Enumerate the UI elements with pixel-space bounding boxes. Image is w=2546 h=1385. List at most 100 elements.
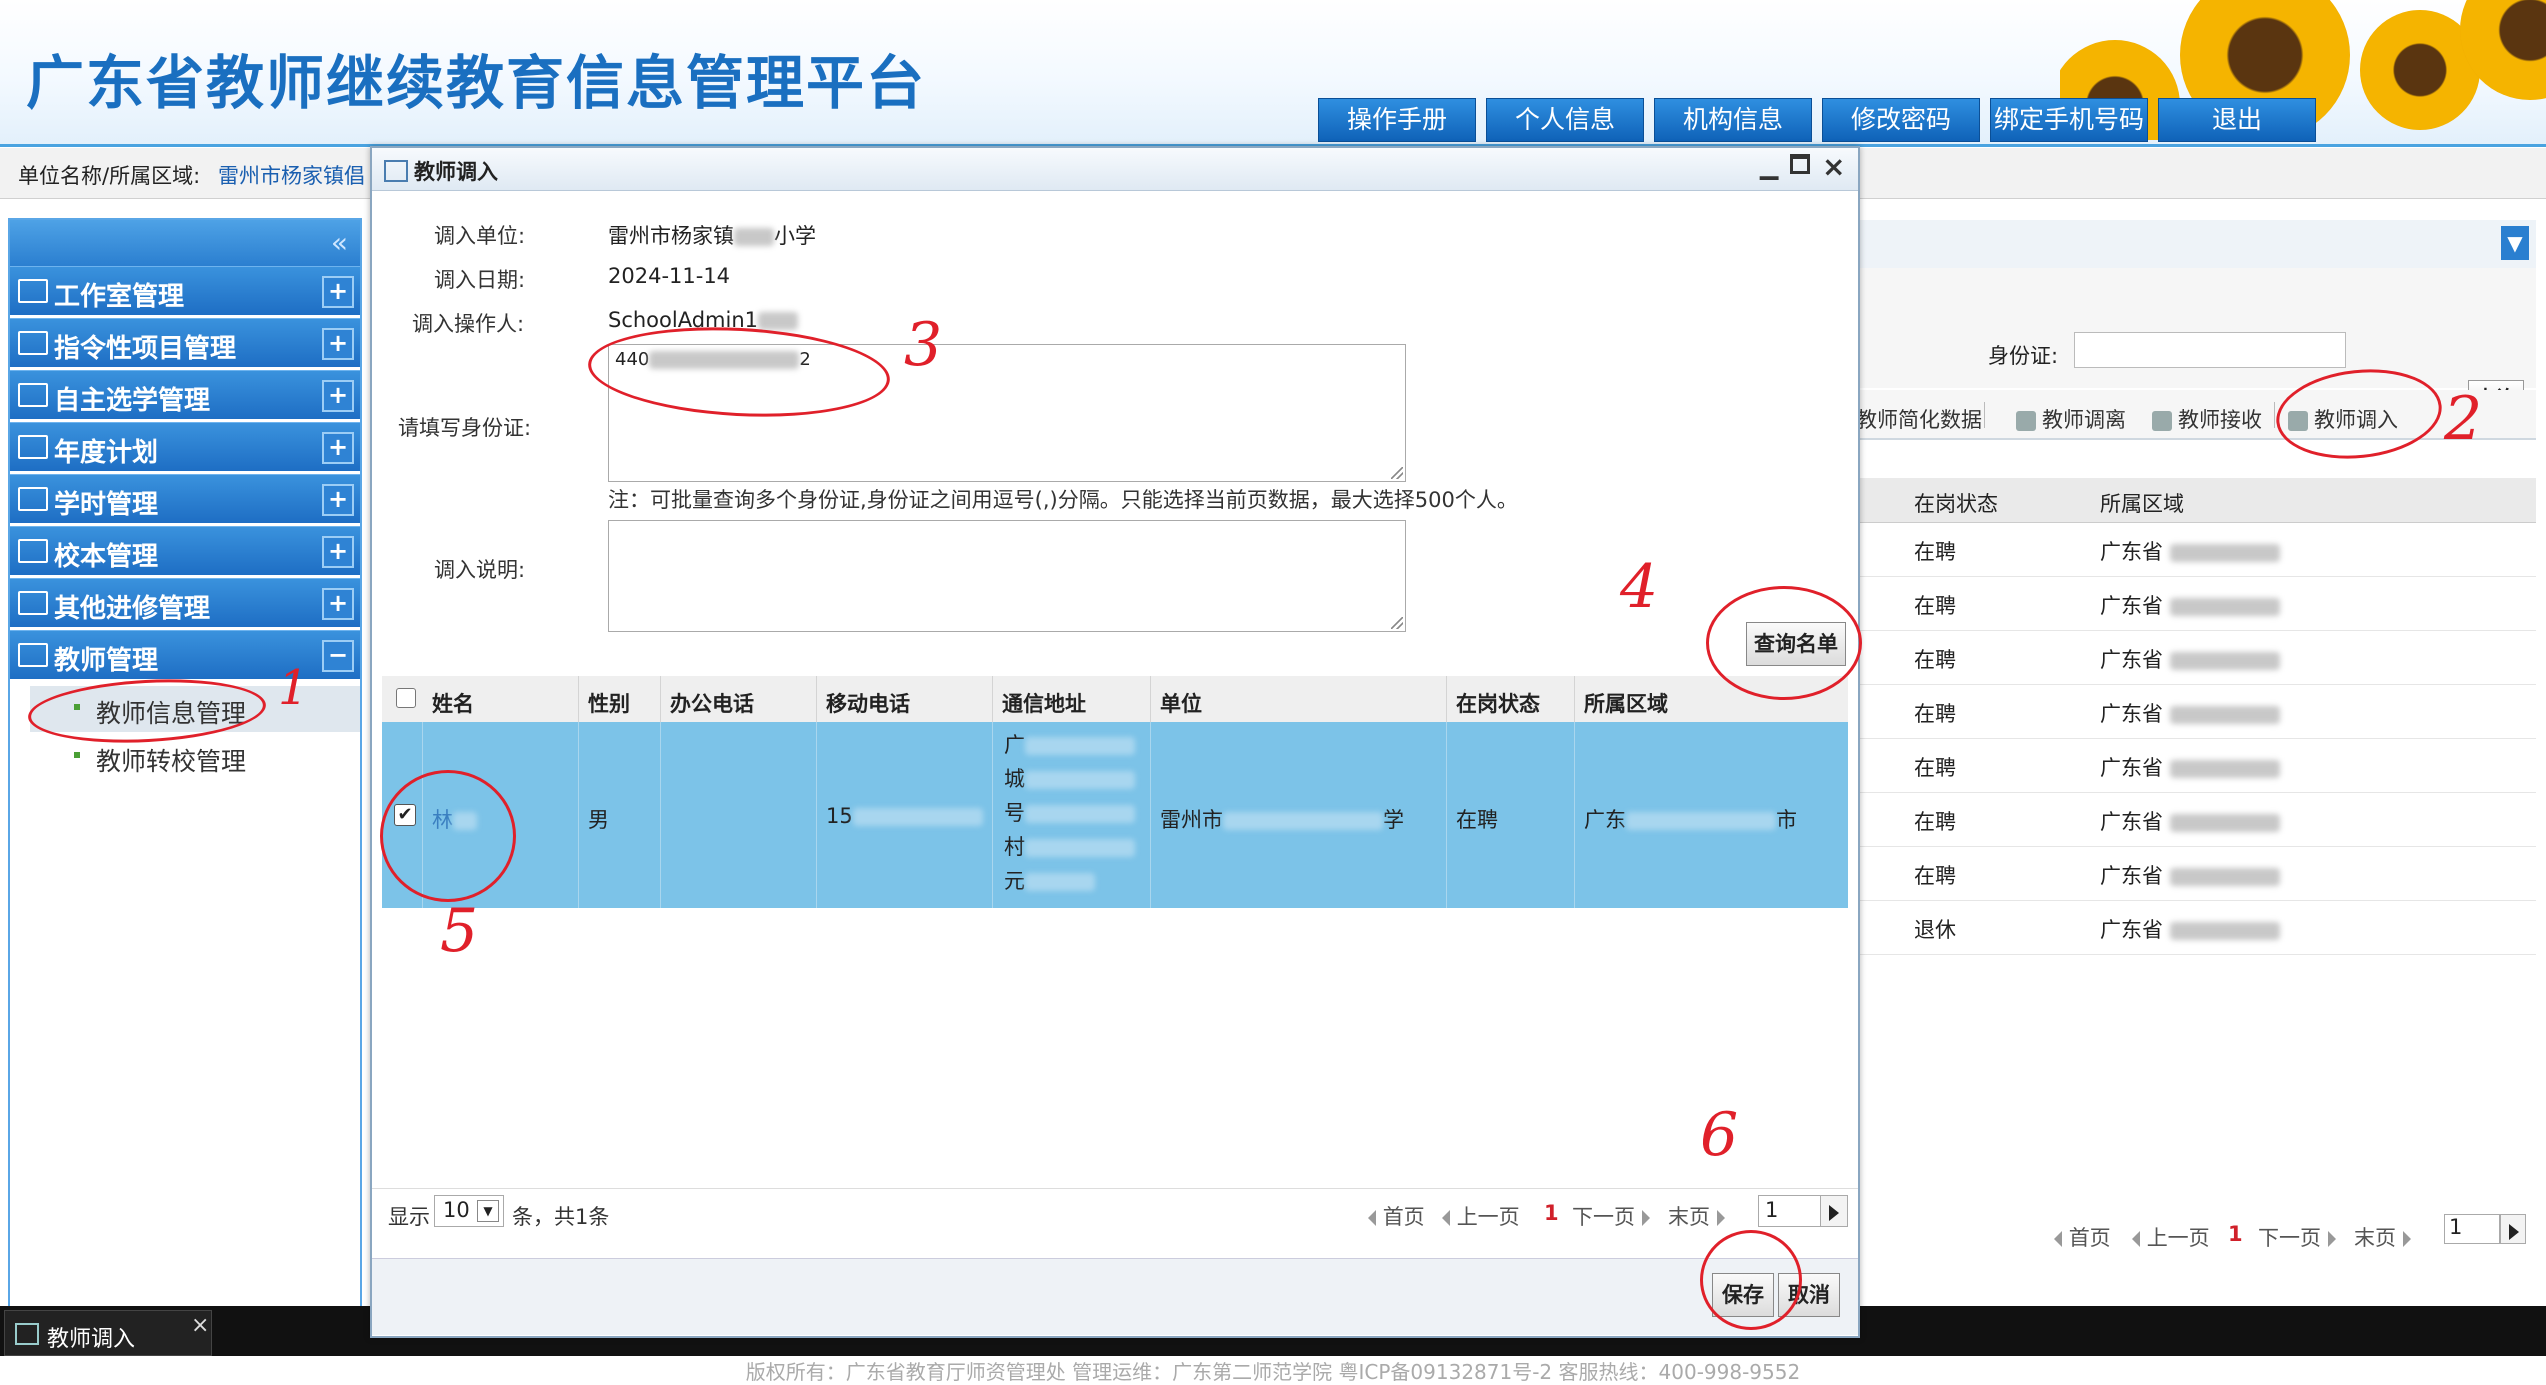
expand-plus-icon[interactable]: + bbox=[322, 588, 354, 620]
nav-change-password-button[interactable]: 修改密码 bbox=[1822, 98, 1980, 142]
last-page-link[interactable]: 末页 bbox=[2354, 1222, 2411, 1252]
annotation-number: 4 bbox=[1620, 552, 1659, 622]
redacted-block bbox=[1223, 812, 1383, 830]
maximize-icon[interactable] bbox=[1790, 154, 1810, 174]
region-cell: 广东 市 bbox=[1584, 804, 1797, 834]
id-card-label: 身份证: bbox=[1988, 344, 2059, 368]
nav-profile-button[interactable]: 个人信息 bbox=[1486, 98, 1644, 142]
chevron-down-icon[interactable]: ▼ bbox=[2501, 226, 2529, 260]
nav-bind-phone-button[interactable]: 绑定手机号码 bbox=[1990, 98, 2148, 142]
unit-label: 单位名称/所属区域: bbox=[18, 164, 201, 188]
column-divider bbox=[992, 676, 993, 722]
address-text: 号 bbox=[1004, 801, 1025, 825]
select-all-checkbox[interactable] bbox=[396, 688, 416, 708]
table-row[interactable]: 在聘 广东省 bbox=[1856, 738, 2536, 793]
folder-icon bbox=[18, 591, 48, 615]
table-row[interactable]: 在聘 广东省 bbox=[1856, 684, 2536, 739]
remark-textarea[interactable] bbox=[608, 520, 1406, 632]
taskbar-tab-label: 教师调入 bbox=[47, 1327, 136, 1352]
folder-icon bbox=[18, 643, 48, 667]
status-cell: 在聘 bbox=[1914, 594, 1956, 618]
minimize-icon[interactable]: ▁ bbox=[1760, 152, 1778, 180]
page-number-input[interactable]: 1 bbox=[2444, 1214, 2500, 1244]
column-divider bbox=[578, 722, 579, 908]
prev-page-link[interactable]: 上一页 bbox=[2132, 1222, 2210, 1252]
id-card-input[interactable] bbox=[2074, 332, 2346, 368]
collapse-minus-icon[interactable]: − bbox=[322, 640, 354, 672]
go-page-button[interactable] bbox=[2500, 1214, 2526, 1244]
sidebar-item-directive-projects[interactable]: 指令性项目管理 + bbox=[10, 318, 360, 367]
sidebar-item-annual-plan[interactable]: 年度计划 + bbox=[10, 422, 360, 471]
next-page-link[interactable]: 下一页 bbox=[2258, 1222, 2336, 1252]
toolbar-label: 教师接收 bbox=[2178, 408, 2262, 432]
toolbar-label: 教师调离 bbox=[2042, 408, 2126, 432]
teacher-receive-button[interactable]: 教师接收 bbox=[2152, 404, 2262, 434]
unit-text: 雷州市 bbox=[1160, 808, 1223, 832]
nav-manual-button[interactable]: 操作手册 bbox=[1318, 98, 1476, 142]
operator-label: 调入操作人: bbox=[412, 312, 525, 336]
expand-plus-icon[interactable]: + bbox=[322, 484, 354, 516]
teacher-grid: 姓名 性别 办公电话 移动电话 通信地址 单位 在岗状态 所属区域 ✔ 林 男 bbox=[382, 676, 1848, 1216]
expand-plus-icon[interactable]: + bbox=[322, 536, 354, 568]
nav-logout-button[interactable]: 退出 bbox=[2158, 98, 2316, 142]
sidebar-item-other-training[interactable]: 其他进修管理 + bbox=[10, 578, 360, 627]
transfer-unit-value: 雷州市杨家镇 小学 bbox=[608, 220, 816, 250]
nav-institution-button[interactable]: 机构信息 bbox=[1654, 98, 1812, 142]
address-line: 元 bbox=[1004, 864, 1154, 898]
table-row[interactable]: 在聘 广东省 bbox=[1856, 630, 2536, 685]
next-page-icon bbox=[1641, 1210, 1650, 1226]
teacher-transfer-out-button[interactable]: 教师调离 bbox=[2016, 404, 2126, 434]
id-card-label: 请填写身份证: bbox=[398, 416, 532, 440]
table-row[interactable]: 在聘 广东省 bbox=[1856, 576, 2536, 631]
taskbar-tab-teacher-transfer-in[interactable]: 教师调入 × bbox=[4, 1310, 212, 1356]
first-page-link[interactable]: 首页 bbox=[2054, 1222, 2111, 1252]
last-page-icon bbox=[1716, 1210, 1725, 1226]
region-cell: 广东省 bbox=[2100, 536, 2280, 566]
sidebar-item-label: 校本管理 bbox=[54, 542, 159, 572]
window-icon bbox=[384, 160, 408, 182]
redacted-block bbox=[1025, 839, 1135, 857]
prev-page-link[interactable]: 上一页 bbox=[1442, 1201, 1520, 1231]
teacher-list-panel: ▼ 身份证: 查询 教师简化数据 教师调离 教师接收 教师调入 在岗状态 所属区… bbox=[1856, 220, 2536, 1310]
column-divider bbox=[1574, 722, 1575, 908]
table-row[interactable]: 退休 广东省 bbox=[1856, 900, 2536, 955]
table-row[interactable]: 在聘 广东省 bbox=[1856, 792, 2536, 847]
table-row[interactable]: 在聘 广东省 bbox=[1856, 846, 2536, 901]
sidebar-item-elective[interactable]: 自主选学管理 + bbox=[10, 370, 360, 419]
last-page-link[interactable]: 末页 bbox=[1668, 1201, 1725, 1231]
resize-grip-icon[interactable] bbox=[1391, 467, 1403, 479]
expand-plus-icon[interactable]: + bbox=[322, 276, 354, 308]
close-icon[interactable]: × bbox=[1822, 150, 1845, 183]
dialog-titlebar[interactable]: 教师调入 ▁ × bbox=[372, 148, 1858, 191]
close-icon[interactable]: × bbox=[191, 1313, 209, 1338]
window-icon bbox=[15, 1323, 39, 1345]
page-number-input[interactable]: 1 bbox=[1758, 1195, 1822, 1227]
redacted-block bbox=[1025, 805, 1135, 823]
table-row[interactable]: ✔ 林 男 15 广 城 号 村 元 雷州市学 在聘 广东市 bbox=[382, 722, 1848, 908]
resize-grip-icon[interactable] bbox=[1391, 617, 1403, 629]
double-chevron-left-icon[interactable]: « bbox=[331, 226, 348, 259]
sidebar-subitem-teacher-transfer[interactable]: 教师转校管理 bbox=[30, 734, 360, 780]
go-page-button[interactable] bbox=[1820, 1195, 1848, 1227]
dialog-title: 教师调入 bbox=[414, 160, 498, 184]
teacher-simplified-data-button[interactable]: 教师简化数据 bbox=[1856, 404, 1982, 434]
sidebar-item-studio[interactable]: 工作室管理 + bbox=[10, 266, 360, 315]
expand-plus-icon[interactable]: + bbox=[322, 380, 354, 412]
sidebar-item-label: 学时管理 bbox=[54, 490, 159, 520]
table-row[interactable]: 在聘 广东省 bbox=[1856, 522, 2536, 577]
sidebar-collapse-bar[interactable]: « bbox=[10, 220, 360, 266]
region-cell: 广东省 bbox=[2100, 698, 2280, 728]
column-divider bbox=[1574, 676, 1575, 722]
transfer-date-value: 2024-11-14 bbox=[608, 264, 731, 288]
annotation-circle bbox=[1700, 1230, 1802, 1330]
expand-plus-icon[interactable]: + bbox=[322, 432, 354, 464]
next-page-link[interactable]: 下一页 bbox=[1572, 1201, 1650, 1231]
first-page-link[interactable]: 首页 bbox=[1368, 1201, 1425, 1231]
sidebar-item-credit-hours[interactable]: 学时管理 + bbox=[10, 474, 360, 523]
redacted-block bbox=[1025, 771, 1135, 789]
page-number-value: 1 bbox=[1765, 1198, 1779, 1222]
expand-plus-icon[interactable]: + bbox=[322, 328, 354, 360]
chevron-down-icon[interactable]: ▼ bbox=[477, 1200, 499, 1222]
page-size-select[interactable]: 10 ▼ bbox=[434, 1195, 504, 1227]
sidebar-item-school-based[interactable]: 校本管理 + bbox=[10, 526, 360, 575]
